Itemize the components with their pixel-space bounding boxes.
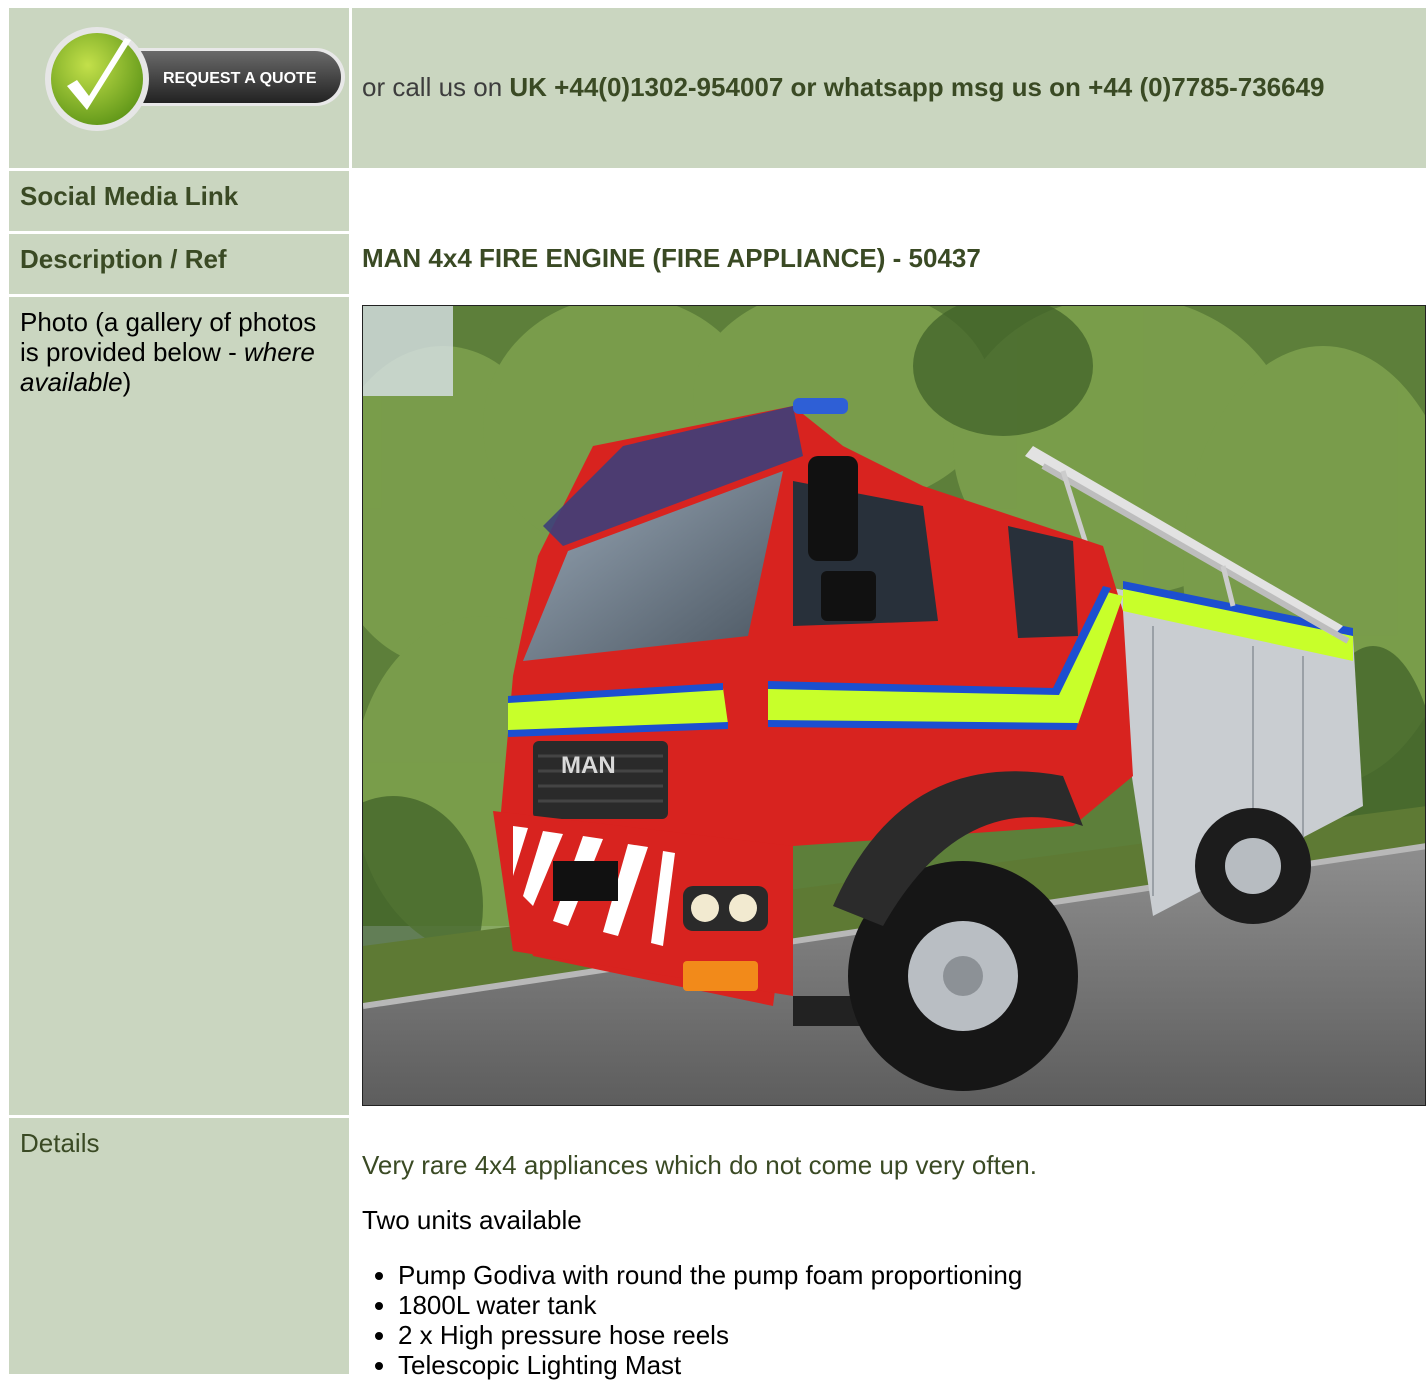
- features-list: Pump Godiva with round the pump foam pro…: [362, 1260, 1422, 1380]
- details-intro: Very rare 4x4 appliances which do not co…: [362, 1150, 1037, 1180]
- request-quote-label: REQUEST A QUOTE: [163, 70, 317, 87]
- list-item: 2 x High pressure hose reels: [398, 1320, 1422, 1350]
- details-content: Very rare 4x4 appliances which do not co…: [362, 1150, 1422, 1380]
- list-item: Telescopic Lighting Mast: [398, 1350, 1422, 1380]
- social-media-label-cell: Social Media Link: [9, 171, 349, 231]
- contact-cell: or call us on UK +44(0)1302-954007 or wh…: [352, 8, 1426, 168]
- photo-label: Photo (a gallery of photos is provided b…: [20, 307, 317, 397]
- list-item: Pump Godiva with round the pump foam pro…: [398, 1260, 1422, 1290]
- contact-line: or call us on UK +44(0)1302-954007 or wh…: [362, 72, 1325, 103]
- request-quote-button[interactable]: REQUEST A QUOTE: [39, 26, 345, 136]
- listing-title: MAN 4x4 FIRE ENGINE (FIRE APPLIANCE) - 5…: [362, 243, 981, 273]
- photo-label-cell: Photo (a gallery of photos is provided b…: [9, 297, 349, 1115]
- main-photo[interactable]: MAN: [362, 305, 1426, 1106]
- phone-numbers: UK +44(0)1302-954007 or whatsapp msg us …: [509, 72, 1325, 102]
- fire-engine-image: MAN: [363, 306, 1425, 1105]
- details-units: Two units available: [362, 1205, 582, 1235]
- checkmark-icon: [51, 33, 143, 125]
- social-media-label: Social Media Link: [20, 181, 239, 211]
- quote-cell: REQUEST A QUOTE: [9, 8, 349, 168]
- details-label-cell: Details: [9, 1118, 349, 1374]
- description-label-cell: Description / Ref: [9, 234, 349, 294]
- man-logo-text: MAN: [561, 752, 616, 779]
- details-label: Details: [20, 1128, 100, 1158]
- description-label: Description / Ref: [20, 244, 227, 274]
- list-item: 1800L water tank: [398, 1290, 1422, 1320]
- call-prefix: or call us on: [362, 72, 510, 102]
